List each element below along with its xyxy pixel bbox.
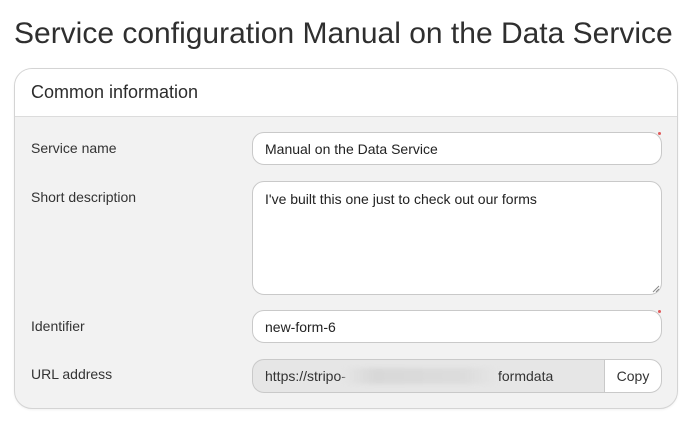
url-address-group: https://stripo- formdata Copy bbox=[252, 359, 662, 393]
identifier-row: Identifier bbox=[15, 310, 677, 344]
url-address-row: URL address https://stripo- formdata Cop… bbox=[15, 359, 677, 393]
required-marker bbox=[658, 310, 661, 313]
short-description-row: Short description I've built this one ju… bbox=[15, 181, 677, 295]
copy-button[interactable]: Copy bbox=[604, 359, 662, 393]
common-information-card: Common information Service name Short de… bbox=[14, 68, 678, 409]
identifier-label: Identifier bbox=[31, 318, 85, 334]
resize-handle-icon[interactable] bbox=[652, 285, 660, 293]
required-marker bbox=[658, 132, 661, 135]
short-description-label: Short description bbox=[31, 189, 137, 205]
url-obscured-region bbox=[343, 368, 498, 384]
identifier-input[interactable] bbox=[252, 310, 662, 343]
url-address-label: URL address bbox=[31, 366, 113, 382]
card-title: Common information bbox=[31, 82, 199, 102]
url-address-field[interactable]: https://stripo- formdata bbox=[252, 359, 604, 393]
short-description-textarea[interactable]: I've built this one just to check out ou… bbox=[252, 181, 662, 295]
service-name-input[interactable] bbox=[252, 132, 662, 165]
url-visible-prefix: https://stripo- bbox=[265, 368, 346, 384]
card-header: Common information bbox=[15, 69, 677, 117]
service-name-row: Service name bbox=[15, 132, 677, 166]
service-name-label: Service name bbox=[31, 140, 117, 156]
page-title: Service configuration Manual on the Data… bbox=[14, 17, 673, 50]
url-visible-suffix: formdata bbox=[498, 368, 554, 384]
